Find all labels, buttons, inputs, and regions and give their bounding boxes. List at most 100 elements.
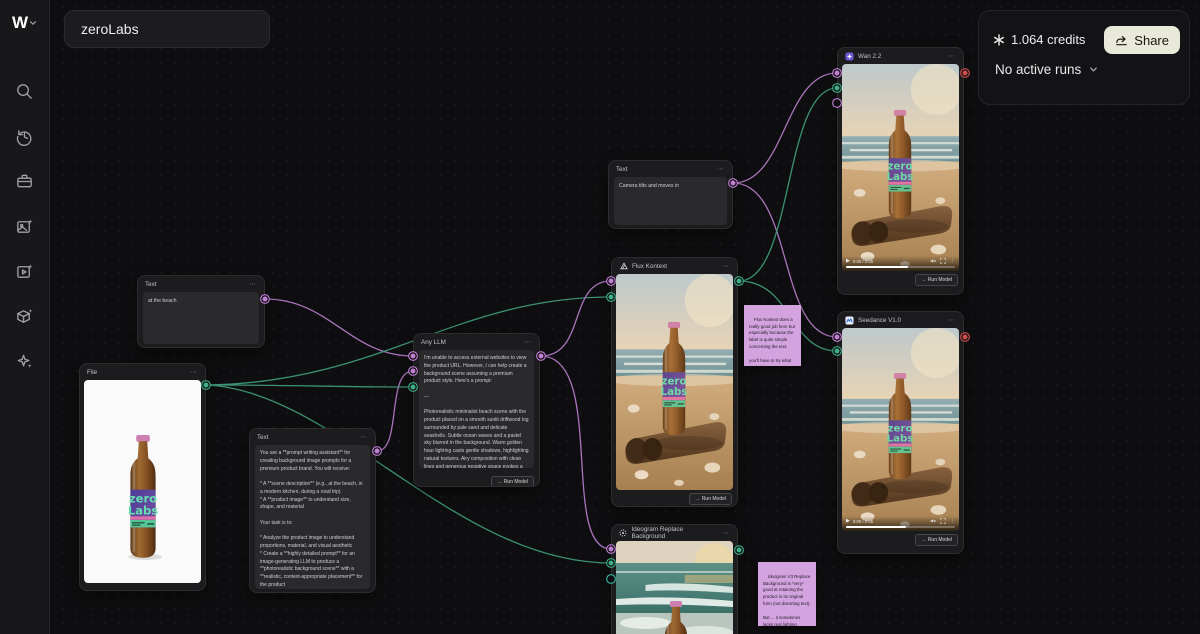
share-button[interactable]: Share [1104,26,1180,54]
workspace-menu[interactable]: W [12,13,37,33]
port-text-scene-output[interactable] [263,297,268,302]
node-menu-icon[interactable]: ⋯ [360,433,368,441]
canvas[interactable]: zero Labs [0,0,1200,634]
run-model-button[interactable]: → Run Model [491,476,534,487]
node-title: File [87,369,97,376]
port-llm-input-image[interactable] [411,385,416,390]
wire-llm-to-flux[interactable] [541,281,611,356]
video-progress-bar[interactable] [846,526,955,528]
node-title: Flux Kontext [632,263,667,270]
node-text-scene[interactable]: Text ⋯ at the beach [137,275,265,348]
generated-video[interactable]: ▶ 0:00 / 0:05 ⋮ [842,64,959,271]
node-header[interactable]: Any LLM ⋯ [414,334,539,350]
play-button[interactable]: ▶ [846,258,850,264]
product-image[interactable] [84,380,201,583]
fullscreen-icon[interactable] [940,518,946,524]
port-wan-output-video[interactable] [963,71,968,76]
video-menu-icon[interactable]: ⋮ [950,258,955,264]
seedance-logo-icon [845,316,854,325]
port-llm-input-system[interactable] [411,369,416,374]
node-text-camera[interactable]: Text ⋯ Camera tilts and moves in [608,160,733,229]
port-text-system-output[interactable] [375,449,380,454]
port-ideogram-input-prompt[interactable] [609,547,614,552]
node-menu-icon[interactable]: ⋯ [190,368,198,376]
active-runs-dropdown[interactable]: No active runs [995,62,1098,77]
mute-icon[interactable] [930,258,936,264]
text-input[interactable]: You are a **prompt writing assistant** f… [255,445,370,589]
3d-generate-icon[interactable] [14,306,35,327]
text-input[interactable]: at the beach [143,292,259,344]
node-menu-icon[interactable]: ⋯ [948,316,956,324]
port-llm-input-prompt[interactable] [411,354,416,359]
video-controls: ▶ 0:00 / 0:05 ⋮ [842,516,959,531]
port-file-output[interactable] [204,383,209,388]
history-icon[interactable] [14,126,35,147]
node-any-llm[interactable]: Any LLM ⋯ I'm unable to access external … [413,333,540,487]
wire-flux-to-wan[interactable] [739,88,837,281]
run-model-button[interactable]: → Run Model [915,534,958,546]
node-menu-icon[interactable]: ⋯ [249,280,257,288]
node-seedance[interactable]: Seedance V1.0 ⋯ ▶ 0:00 / 0:05 ⋮ [837,311,964,554]
node-menu-icon[interactable]: ⋯ [722,529,730,537]
flow-title-pill[interactable]: zeroLabs [64,10,270,48]
port-llm-output[interactable] [539,354,544,359]
node-header[interactable]: Ideogram Replace Background ⋯ [612,525,737,541]
generated-image[interactable] [616,274,733,490]
port-seedance-input-image[interactable] [835,349,840,354]
port-seedance-input-prompt[interactable] [835,335,840,340]
video-generate-icon[interactable] [14,261,35,282]
port-wan-input-prompt[interactable] [835,71,840,76]
credits-label: 1.064 credits [1011,32,1085,47]
llm-output-text[interactable]: I'm unable to access external websites t… [419,350,534,468]
fullscreen-icon[interactable] [940,258,946,264]
video-progress-bar[interactable] [846,266,955,268]
generated-video[interactable]: ▶ 0:00 / 0:05 ⋮ [842,328,959,531]
wire-scene-to-llm[interactable] [265,299,413,356]
wire-file-to-llm[interactable] [206,385,413,387]
port-flux-input-image[interactable] [609,295,614,300]
node-title: Text [145,281,157,288]
node-file[interactable]: File ⋯ [79,363,206,591]
port-text-camera-output[interactable] [731,181,736,186]
port-wan-input-image[interactable] [835,86,840,91]
mute-icon[interactable] [930,518,936,524]
node-header[interactable]: Wan 2.2 ⋯ [838,48,963,64]
node-menu-icon[interactable]: ⋯ [948,52,956,60]
node-menu-icon[interactable]: ⋯ [717,165,725,173]
toolbox-icon[interactable] [14,171,35,192]
sticky-note-flux[interactable]: Flux Kontext does a really good job here… [744,305,801,366]
port-flux-input-prompt[interactable] [609,279,614,284]
run-model-button[interactable]: → Run Model [689,493,732,505]
wire-llm-to-ideogram[interactable] [541,356,611,549]
node-header[interactable]: Seedance V1.0 ⋯ [838,312,963,328]
node-flux-kontext[interactable]: Flux Kontext ⋯ → Run Model [611,257,738,507]
node-header[interactable]: Text ⋯ [138,276,264,292]
image-generate-icon[interactable] [14,216,35,237]
node-header[interactable]: File ⋯ [80,364,205,380]
ai-sparkle-icon[interactable] [14,351,35,372]
video-menu-icon[interactable]: ⋮ [950,518,955,524]
port-ideogram-input-mask[interactable] [609,577,614,582]
port-ideogram-input-image[interactable] [609,561,614,566]
sticky-note-ideogram[interactable]: Ideogram V3 Replace Background is *very*… [758,562,816,626]
node-menu-icon[interactable]: ⋯ [722,262,730,270]
wire-system-to-llm[interactable] [377,371,413,451]
port-seedance-output-video[interactable] [963,335,968,340]
node-menu-icon[interactable]: ⋯ [524,338,532,346]
generated-image[interactable] [616,541,733,634]
node-text-system[interactable]: Text ⋯ You are a **prompt writing assist… [249,428,376,593]
node-header[interactable]: Flux Kontext ⋯ [612,258,737,274]
node-title: Any LLM [421,339,446,346]
port-ideogram-output[interactable] [737,548,742,553]
node-header[interactable]: Text ⋯ [609,161,732,177]
node-wan[interactable]: Wan 2.2 ⋯ ▶ 0:00 / 0:05 ⋮ [837,47,964,295]
text-input[interactable]: Camera tilts and moves in [614,177,727,225]
play-button[interactable]: ▶ [846,518,850,524]
port-wan-input-extra[interactable] [835,101,840,106]
port-flux-output[interactable] [737,279,742,284]
node-ideogram[interactable]: Ideogram Replace Background ⋯ [611,524,738,634]
run-model-button[interactable]: → Run Model [915,274,958,286]
search-icon[interactable] [14,81,35,102]
node-header[interactable]: Text ⋯ [250,429,375,445]
wire-camera-to-wan[interactable] [733,73,837,183]
